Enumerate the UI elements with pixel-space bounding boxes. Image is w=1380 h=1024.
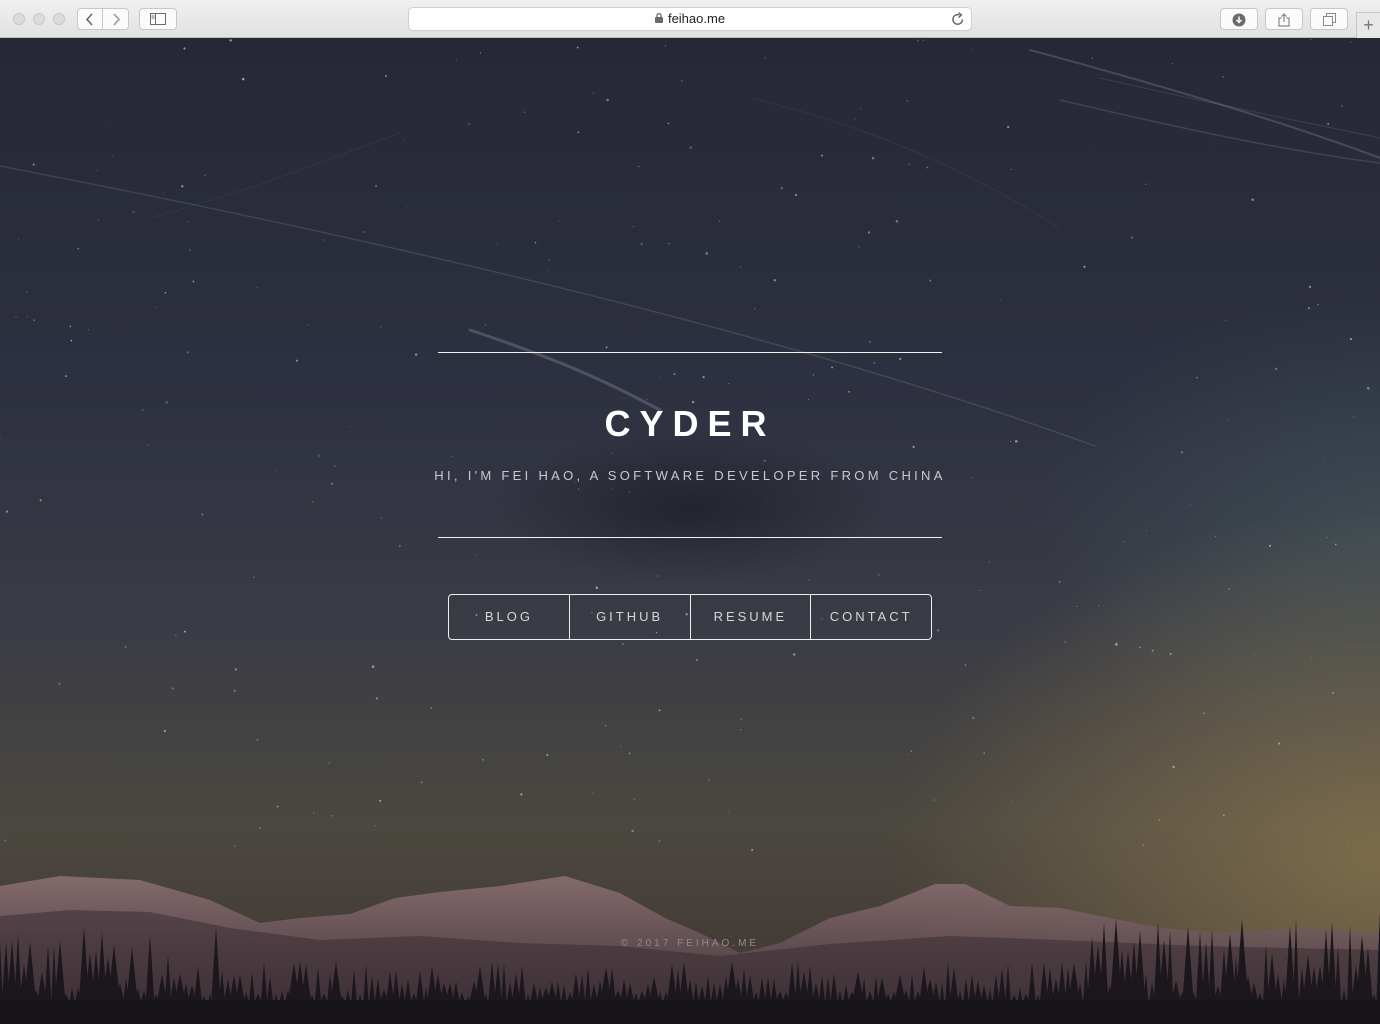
tabs-overview-button[interactable] — [1310, 8, 1348, 30]
share-button[interactable] — [1265, 8, 1303, 30]
nav-link-github[interactable]: GITHUB — [568, 595, 690, 639]
url-text: feihao.me — [667, 11, 726, 26]
minimize-window-button[interactable] — [33, 13, 45, 25]
lock-icon — [654, 13, 663, 24]
bottom-divider — [438, 537, 942, 538]
mountain-treeline — [0, 876, 1380, 1024]
nav-link-resume[interactable]: RESUME — [689, 595, 811, 639]
sidebar-icon — [150, 13, 166, 25]
footer-copyright: © 2017 FEIHAO.ME — [620, 938, 760, 949]
download-icon — [1232, 13, 1246, 27]
address-bar[interactable]: feihao.me — [408, 7, 972, 31]
zoom-window-button[interactable] — [53, 13, 65, 25]
site-tagline: HI, I'M FEI HAO, A SOFTWARE DEVELOPER FR… — [434, 468, 946, 483]
chevron-left-icon — [85, 13, 93, 26]
chevron-right-icon — [112, 13, 120, 26]
browser-toolbar: feihao.me + — [0, 0, 1380, 38]
main-navigation: BLOG GITHUB RESUME CONTACT — [448, 594, 932, 640]
back-button[interactable] — [77, 8, 103, 30]
forward-button[interactable] — [103, 8, 129, 30]
nav-link-contact[interactable]: CONTACT — [810, 595, 931, 639]
new-tab-button[interactable]: + — [1356, 12, 1380, 38]
page-viewport: CYDER HI, I'M FEI HAO, A SOFTWARE DEVELO… — [0, 38, 1380, 1024]
site-title: CYDER — [604, 403, 776, 444]
downloads-button[interactable] — [1220, 8, 1258, 30]
tabs-overview-icon — [1322, 13, 1336, 26]
share-icon — [1278, 13, 1290, 27]
close-window-button[interactable] — [13, 13, 25, 25]
nav-link-blog[interactable]: BLOG — [449, 595, 569, 639]
sidebar-button[interactable] — [139, 8, 177, 30]
top-divider — [438, 352, 942, 353]
reload-icon[interactable] — [951, 11, 965, 27]
